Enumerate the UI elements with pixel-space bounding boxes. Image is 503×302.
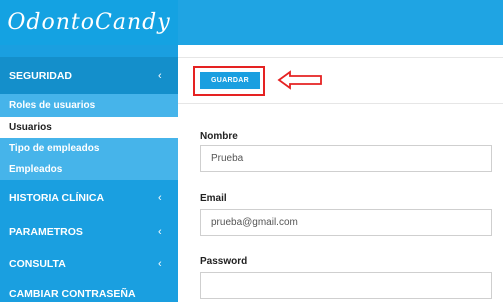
chevron-left-icon: ‹	[158, 258, 162, 270]
sidebar-subitem-usuarios[interactable]: Usuarios	[0, 117, 178, 138]
email-label: Email	[200, 193, 227, 204]
sidebar-item-parametros[interactable]: PARAMETROS ‹	[0, 216, 178, 248]
name-label: Nombre	[200, 131, 238, 142]
email-value: prueba@gmail.com	[211, 217, 298, 228]
sidebar-item-historia-clinica[interactable]: HISTORIA CLÍNICA ‹	[0, 180, 178, 216]
content-top-gap	[178, 45, 503, 57]
name-value: Prueba	[211, 153, 244, 164]
sidebar-subitem-empleados[interactable]: Empleados	[0, 159, 178, 180]
password-label: Password	[200, 256, 248, 267]
app-logo[interactable]: OdontoCandy	[0, 0, 178, 45]
highlight-box	[193, 66, 265, 96]
sidebar-item-label: CONSULTA	[9, 258, 66, 270]
name-field[interactable]: Prueba	[200, 145, 492, 172]
password-field[interactable]	[200, 272, 492, 299]
sidebar-subitem-label: Empleados	[9, 164, 63, 175]
email-field[interactable]: prueba@gmail.com	[200, 209, 492, 236]
logo-text: OdontoCandy	[7, 10, 171, 35]
chevron-left-icon: ‹	[158, 192, 162, 204]
chevron-left-icon: ‹	[158, 69, 162, 82]
sidebar-item-seguridad[interactable]: SEGURIDAD ‹	[0, 57, 178, 94]
sidebar-item-label: SEGURIDAD	[9, 69, 73, 82]
sidebar-item-label: HISTORIA CLÍNICA	[9, 192, 105, 204]
sidebar-subitem-label: Usuarios	[9, 122, 52, 133]
sidebar-subitem-label: Roles de usuarios	[9, 100, 96, 111]
sidebar-item-consulta[interactable]: CONSULTA ‹	[0, 248, 178, 280]
sidebar-subitem-tipo-empleados[interactable]: Tipo de empleados	[0, 138, 178, 159]
sidebar-item-label: CAMBIAR CONTRASEÑA	[9, 288, 136, 300]
arrow-left-icon	[277, 70, 322, 90]
chevron-left-icon: ‹	[158, 226, 162, 238]
sidebar-subitem-roles[interactable]: Roles de usuarios	[0, 94, 178, 117]
sidebar-subitem-label: Tipo de empleados	[9, 143, 100, 154]
sidebar-item-cambiar-contrasena[interactable]: CAMBIAR CONTRASEÑA	[0, 280, 178, 302]
sidebar-item-label: PARAMETROS	[9, 226, 83, 238]
